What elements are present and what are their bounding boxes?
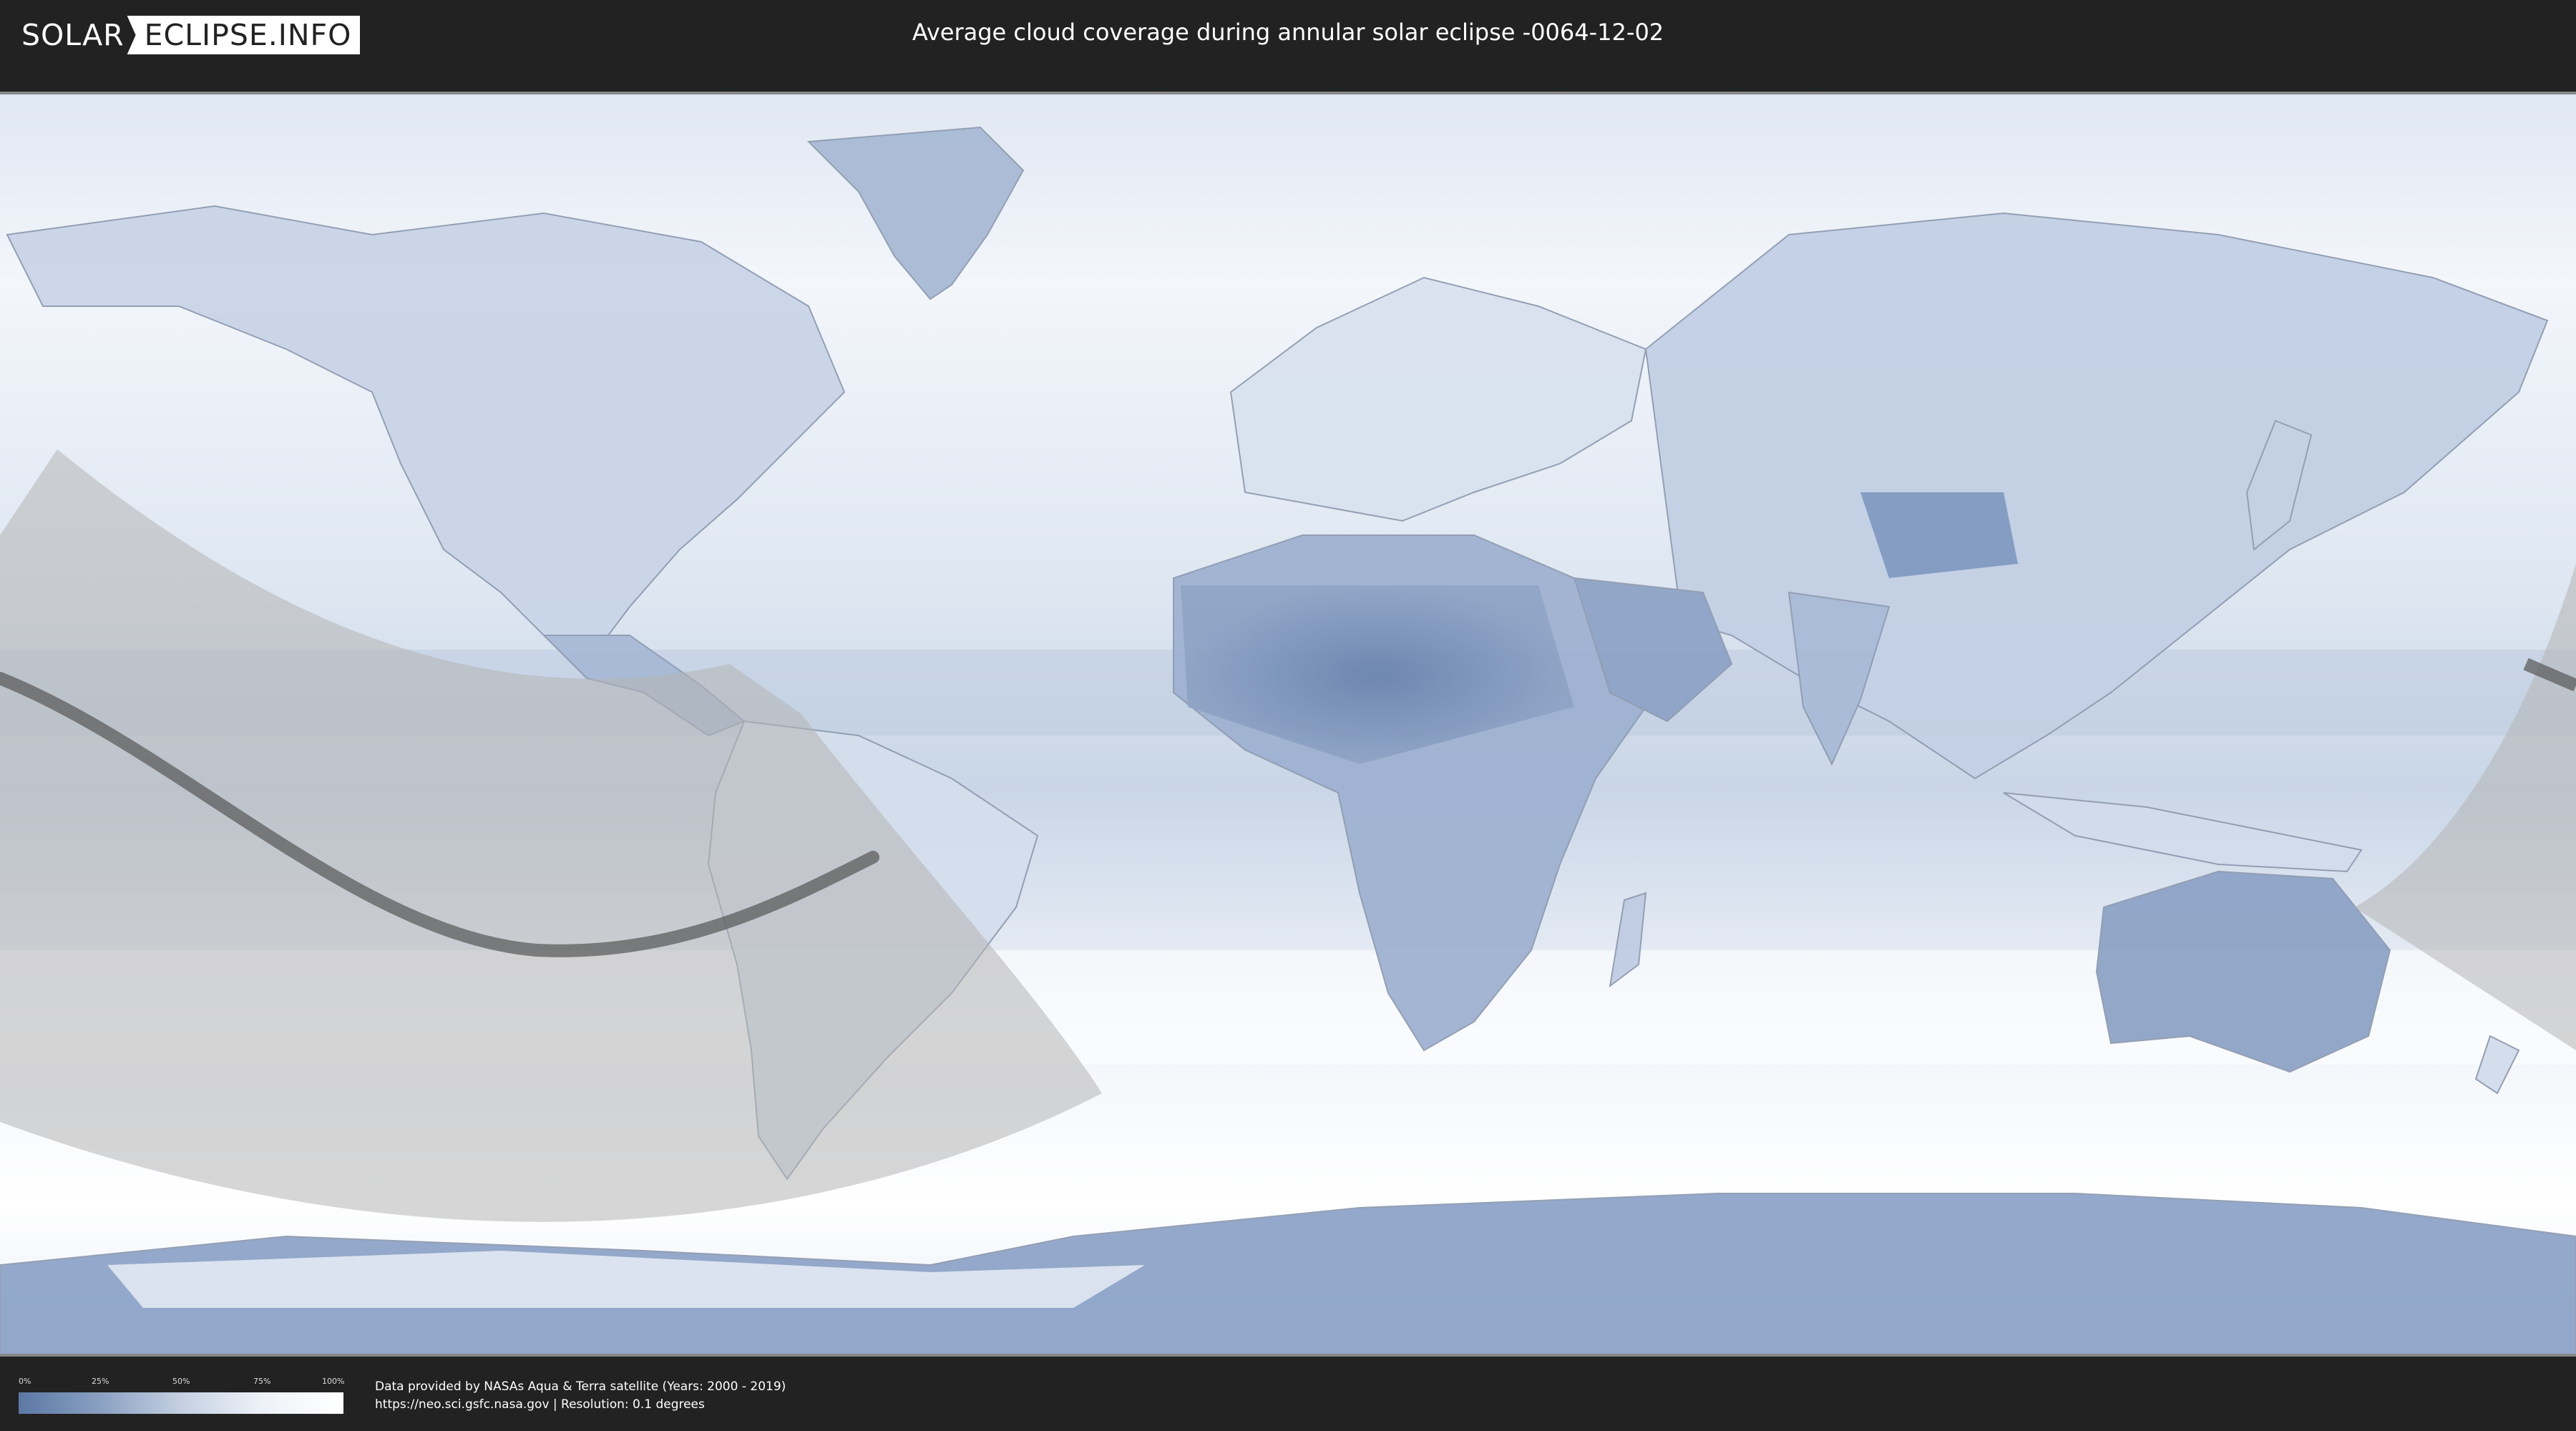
legend-tick-100: 100% (322, 1377, 345, 1386)
legend-ticks: 0% 25% 50% 75% 100% (19, 1377, 345, 1388)
legend-tick-75: 75% (253, 1377, 271, 1386)
world-map-icon (0, 92, 2576, 1357)
legend-color-bar (19, 1392, 343, 1414)
cloud-coverage-map[interactable] (0, 92, 2576, 1357)
data-credits: Data provided by NASAs Aqua & Terra sate… (375, 1378, 786, 1414)
page-title: Average cloud coverage during annular so… (912, 19, 1664, 46)
map-top-edge (0, 92, 2576, 94)
legend-tick-0: 0% (19, 1377, 31, 1386)
legend-tick-25: 25% (92, 1377, 109, 1386)
footer-bar: 0% 25% 50% 75% 100% Data provided by NAS… (0, 1357, 2576, 1431)
credits-line-source: Data provided by NASAs Aqua & Terra sate… (375, 1379, 786, 1394)
cloud-coverage-legend: 0% 25% 50% 75% 100% (19, 1377, 345, 1420)
legend-tick-50: 50% (172, 1377, 190, 1386)
header-bar: SOLAR ECLIPSE.INFO Average cloud coverag… (0, 0, 2576, 72)
credits-line-url[interactable]: https://neo.sci.gsfc.nasa.gov | Resoluti… (375, 1396, 786, 1414)
